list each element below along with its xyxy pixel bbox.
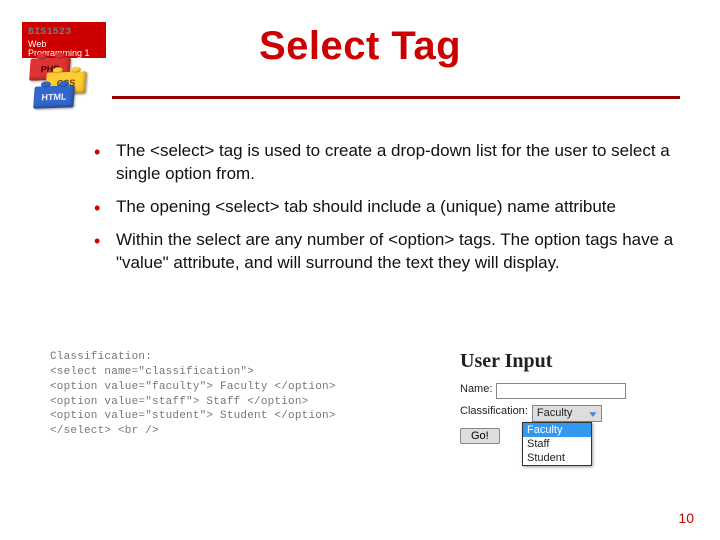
code-line: <option value="staff"> Staff </option>: [50, 395, 430, 410]
code-line: <option value="faculty"> Faculty </optio…: [50, 380, 430, 395]
select-option[interactable]: Student: [523, 451, 591, 465]
select-option[interactable]: Staff: [523, 437, 591, 451]
bullet-item: The opening <select> tab should include …: [90, 196, 680, 219]
code-line: Classification:: [50, 350, 430, 365]
classification-select[interactable]: Faculty: [532, 405, 602, 422]
code-line: <select name="classification">: [50, 365, 430, 380]
form-demo: User Input Name: Classification: Faculty…: [460, 350, 690, 450]
bullet-item: Within the select are any number of <opt…: [90, 229, 680, 275]
code-sample: Classification: <select name="classifica…: [50, 350, 430, 450]
brick-html: HTML: [33, 85, 75, 108]
submit-button[interactable]: Go!: [460, 428, 500, 444]
demo-heading: User Input: [460, 350, 690, 373]
code-line: </select> <br />: [50, 424, 430, 439]
select-option[interactable]: Faculty: [523, 423, 591, 437]
slide-title: Select Tag: [0, 24, 720, 69]
select-dropdown-list: Faculty Staff Student: [522, 422, 592, 466]
name-label: Name:: [460, 383, 492, 395]
page-number: 10: [678, 510, 694, 526]
bullet-item: The <select> tag is used to create a dro…: [90, 140, 680, 186]
classification-label: Classification:: [460, 405, 528, 417]
bullet-list: The <select> tag is used to create a dro…: [90, 140, 680, 285]
code-line: <option value="student"> Student </optio…: [50, 409, 430, 424]
name-input[interactable]: [496, 383, 626, 399]
title-underline: [112, 96, 680, 99]
